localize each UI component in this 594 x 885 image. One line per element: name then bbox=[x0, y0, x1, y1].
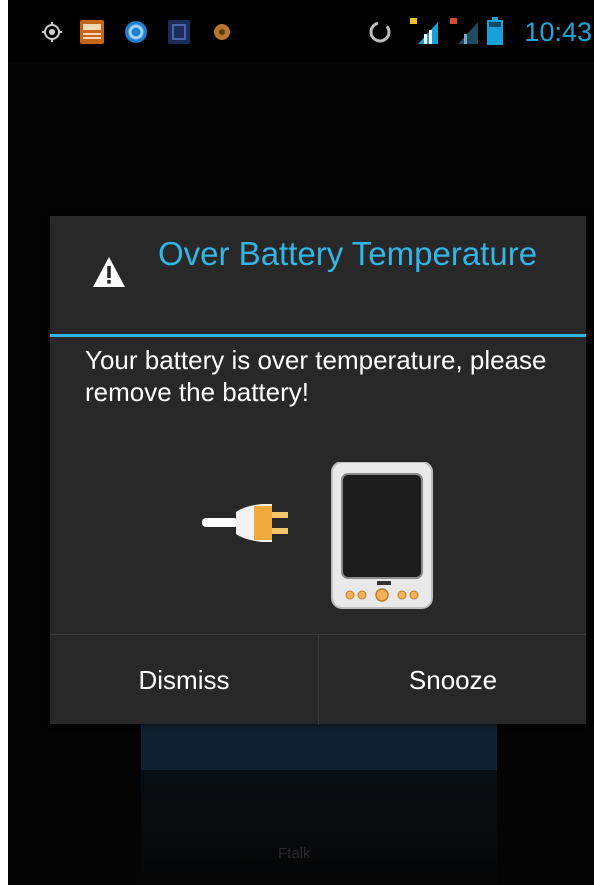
snooze-button[interactable]: Snooze bbox=[319, 635, 587, 725]
signal-2-icon bbox=[450, 18, 478, 44]
dialog-header: Over Battery Temperature bbox=[50, 216, 586, 334]
sync-icon bbox=[369, 21, 391, 43]
dialog-title: Over Battery Temperature bbox=[158, 235, 538, 272]
dialog-message: Your battery is over temperature, please… bbox=[85, 345, 547, 407]
warning-icon bbox=[93, 257, 125, 287]
parking-app-icon bbox=[168, 20, 190, 44]
location-icon bbox=[42, 22, 62, 42]
smartphone-icon bbox=[331, 462, 433, 609]
battery-icon bbox=[487, 17, 503, 45]
unplug-phone-illustration bbox=[202, 462, 433, 609]
background-app-text: Ftalk bbox=[278, 845, 311, 862]
phone-screen: 10:43 Ftalk Over Battery Temperature You… bbox=[8, 0, 594, 885]
plug-icon bbox=[236, 504, 288, 542]
settings-app-icon bbox=[214, 24, 230, 40]
dismiss-button[interactable]: Dismiss bbox=[50, 635, 318, 725]
dialog-button-bar: Dismiss Snooze bbox=[50, 634, 587, 725]
status-bar: 10:43 bbox=[8, 0, 594, 62]
battery-temperature-dialog: Over Battery Temperature Your battery is… bbox=[50, 216, 587, 725]
cable-icon bbox=[202, 518, 238, 527]
background-app-strip bbox=[141, 722, 497, 770]
status-time: 10:43 bbox=[524, 17, 592, 47]
browser-icon bbox=[125, 21, 147, 43]
news-app-icon bbox=[80, 20, 104, 44]
title-divider bbox=[50, 334, 586, 337]
signal-icon bbox=[410, 18, 438, 44]
